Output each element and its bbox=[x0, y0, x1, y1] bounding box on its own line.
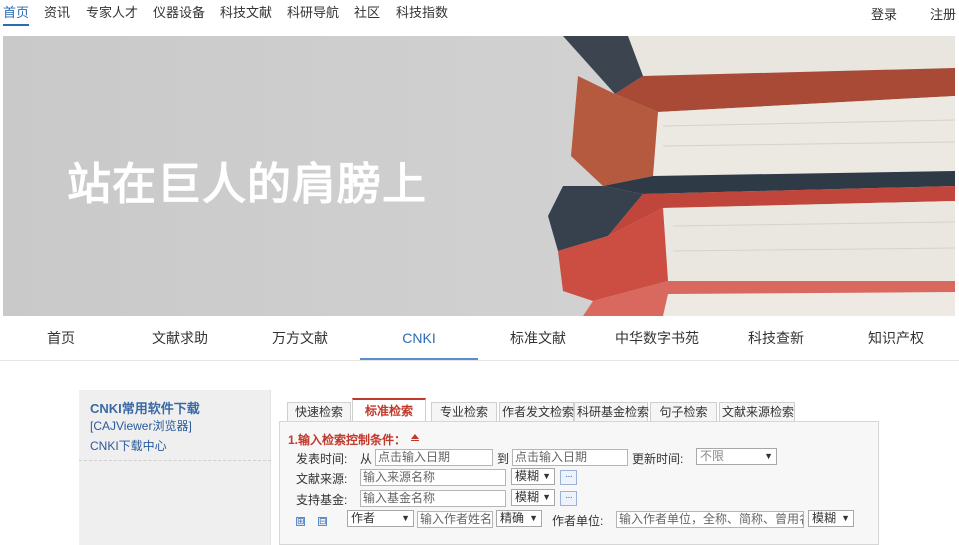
chevron-down-icon: ▼ bbox=[841, 513, 850, 523]
pub-time-label: 发表时间: bbox=[296, 452, 348, 466]
chevron-down-icon: ▼ bbox=[542, 471, 551, 481]
search-condition-box: 1.输入检索控制条件： 发表时间: 从 点击输入日期 到 点击输入日期 更新时间… bbox=[279, 421, 879, 545]
banner-slogan: 站在巨人的肩膀上 bbox=[67, 159, 427, 210]
top-nav-home[interactable]: 首页 bbox=[3, 2, 30, 26]
chevron-down-icon: ▼ bbox=[401, 513, 410, 523]
source-match-select[interactable]: 模糊 ▼ bbox=[511, 468, 555, 485]
tab-home[interactable]: 首页 bbox=[2, 316, 120, 360]
cnki-software-panel: CNKI常用软件下载 [CAJViewer浏览器] CNKI下载中心 bbox=[79, 390, 271, 545]
tab-fund-search[interactable]: 科研基金检索 bbox=[574, 402, 649, 422]
source-match-value: 模糊 bbox=[515, 469, 540, 483]
date-from-input[interactable]: 点击输入日期 bbox=[375, 449, 493, 466]
tab-wanfang[interactable]: 万方文献 bbox=[240, 316, 360, 360]
author-unit-label: 作者单位: bbox=[552, 514, 604, 528]
collapse-up-icon[interactable] bbox=[411, 434, 419, 439]
top-nav-community[interactable]: 社区 bbox=[354, 2, 380, 21]
date-to-input[interactable]: 点击输入日期 bbox=[512, 449, 628, 466]
chevron-down-icon: ▼ bbox=[764, 451, 773, 461]
fund-more-button[interactable]: ··· bbox=[560, 491, 577, 506]
tab-author-search[interactable]: 作者发文检索 bbox=[499, 402, 574, 422]
top-nav-sci-index[interactable]: 科技指数 bbox=[396, 2, 448, 21]
author-match-select[interactable]: 精确 ▼ bbox=[496, 510, 542, 527]
tab-professional-search[interactable]: 专业检索 bbox=[431, 402, 497, 422]
chevron-down-icon: ▼ bbox=[542, 492, 551, 502]
author-input[interactable]: 输入作者姓名 bbox=[417, 511, 493, 528]
author-match-value: 精确 bbox=[500, 511, 525, 525]
source-input[interactable]: 输入来源名称 bbox=[360, 469, 506, 486]
top-nav-research-nav[interactable]: 科研导航 bbox=[287, 2, 339, 21]
chevron-down-icon: ▼ bbox=[529, 513, 538, 523]
author-field-value: 作者 bbox=[351, 511, 376, 525]
tab-ip[interactable]: 知识产权 bbox=[836, 316, 956, 360]
update-time-label: 更新时间: bbox=[632, 452, 684, 466]
panel-title: CNKI常用软件下载 bbox=[90, 401, 200, 416]
tab-digital-books[interactable]: 中华数字书苑 bbox=[598, 316, 716, 360]
tab-sentence-search[interactable]: 句子检索 bbox=[650, 402, 717, 422]
fund-match-select[interactable]: 模糊 ▼ bbox=[511, 489, 555, 506]
update-time-select[interactable]: 不限 ▼ bbox=[696, 448, 777, 465]
top-nav-news[interactable]: 资讯 bbox=[44, 2, 70, 21]
tab-novelty-search[interactable]: 科技查新 bbox=[716, 316, 836, 360]
author-unit-match-value: 模糊 bbox=[812, 511, 837, 525]
register-link[interactable]: 注册 bbox=[930, 4, 956, 23]
from-label: 从 bbox=[360, 452, 373, 466]
tab-standard-search[interactable]: 标准检索 bbox=[352, 398, 426, 422]
source-label: 文献来源: bbox=[296, 472, 348, 486]
tab-doc-request[interactable]: 文献求助 bbox=[120, 316, 240, 360]
cnki-download-center-link[interactable]: CNKI下载中心 bbox=[90, 437, 167, 454]
add-row-icon[interactable]: ⊞ bbox=[296, 517, 305, 526]
to-label: 到 bbox=[497, 452, 510, 466]
top-nav-instruments[interactable]: 仪器设备 bbox=[153, 2, 205, 21]
tab-standards[interactable]: 标准文献 bbox=[478, 316, 598, 360]
panel-divider bbox=[79, 460, 271, 461]
collapse-bar-icon bbox=[411, 440, 419, 441]
author-field-select[interactable]: 作者 ▼ bbox=[347, 510, 414, 527]
condition-title: 1.输入检索控制条件： bbox=[288, 433, 407, 447]
sub-nav: 首页 文献求助 万方文献 CNKI 标准文献 中华数字书苑 科技查新 知识产权 bbox=[0, 316, 959, 361]
author-unit-match-select[interactable]: 模糊 ▼ bbox=[808, 510, 854, 527]
fund-input[interactable]: 输入基金名称 bbox=[360, 490, 506, 507]
fund-label: 支持基金: bbox=[296, 493, 348, 507]
fund-match-value: 模糊 bbox=[515, 490, 540, 504]
author-unit-input[interactable]: 输入作者单位，全称、简称、曾用名均可 bbox=[616, 511, 804, 528]
top-nav-literature[interactable]: 科技文献 bbox=[220, 2, 272, 21]
top-nav-experts[interactable]: 专家人才 bbox=[86, 2, 138, 21]
login-link[interactable]: 登录 bbox=[871, 4, 897, 23]
remove-row-icon[interactable]: ⊟ bbox=[318, 517, 327, 526]
tab-source-search[interactable]: 文献来源检索 bbox=[719, 402, 795, 422]
tab-quick-search[interactable]: 快速检索 bbox=[287, 402, 351, 422]
top-nav: 首页 资讯 专家人才 仪器设备 科技文献 科研导航 社区 科技指数 登录 注册 bbox=[0, 0, 959, 26]
tab-cnki[interactable]: CNKI bbox=[360, 316, 478, 360]
cajviewer-link[interactable]: [CAJViewer浏览器] bbox=[90, 417, 192, 434]
source-more-button[interactable]: ··· bbox=[560, 470, 577, 485]
update-time-value: 不限 bbox=[700, 449, 725, 463]
hero-banner: 站在巨人的肩膀上 bbox=[3, 36, 955, 316]
